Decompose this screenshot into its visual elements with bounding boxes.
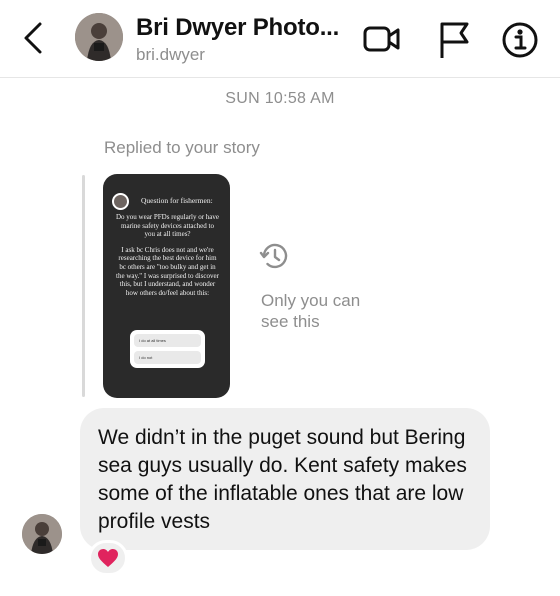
contact-avatar[interactable] (75, 13, 123, 61)
story-question: Question for fishermen: (141, 196, 213, 205)
contact-username: bri.dwyer (136, 45, 205, 64)
chat-header: Bri Dwyer Photo... bri.dwyer (0, 0, 560, 78)
story-unavailable-text: Only you can see this (261, 291, 361, 331)
story-paragraph: Do you wear PFDs regularly or have marin… (115, 213, 220, 239)
poll-option: I do at all times (134, 334, 201, 347)
reaction-badge[interactable] (88, 540, 128, 576)
back-button[interactable] (18, 18, 50, 58)
message-bubble[interactable]: We didn’t in the puget sound but Bering … (80, 408, 490, 550)
story-preview[interactable]: Question for fishermen: Do you wear PFDs… (103, 174, 230, 398)
flag-icon (440, 22, 469, 58)
report-button[interactable] (435, 20, 475, 60)
story-body: Do you wear PFDs regularly or have marin… (115, 213, 220, 304)
video-call-button[interactable] (362, 20, 402, 60)
video-call-icon (363, 26, 400, 52)
reply-indicator-bar (82, 175, 85, 397)
info-button[interactable] (500, 20, 540, 60)
story-paragraph: I ask bc Chris does not and we're resear… (116, 245, 219, 297)
info-icon (502, 22, 538, 58)
back-icon (24, 22, 42, 54)
story-reply-label: Replied to your story (104, 138, 260, 157)
sender-avatar[interactable] (22, 514, 62, 554)
history-icon (258, 239, 292, 273)
story-poll: I do at all times I do not (130, 330, 205, 368)
poll-option: I do not (134, 351, 201, 364)
contact-name[interactable]: Bri Dwyer Photo... (136, 14, 351, 42)
message-timestamp: SUN 10:58 AM (225, 90, 335, 107)
story-avatar (112, 193, 129, 210)
heart-icon (98, 549, 118, 567)
